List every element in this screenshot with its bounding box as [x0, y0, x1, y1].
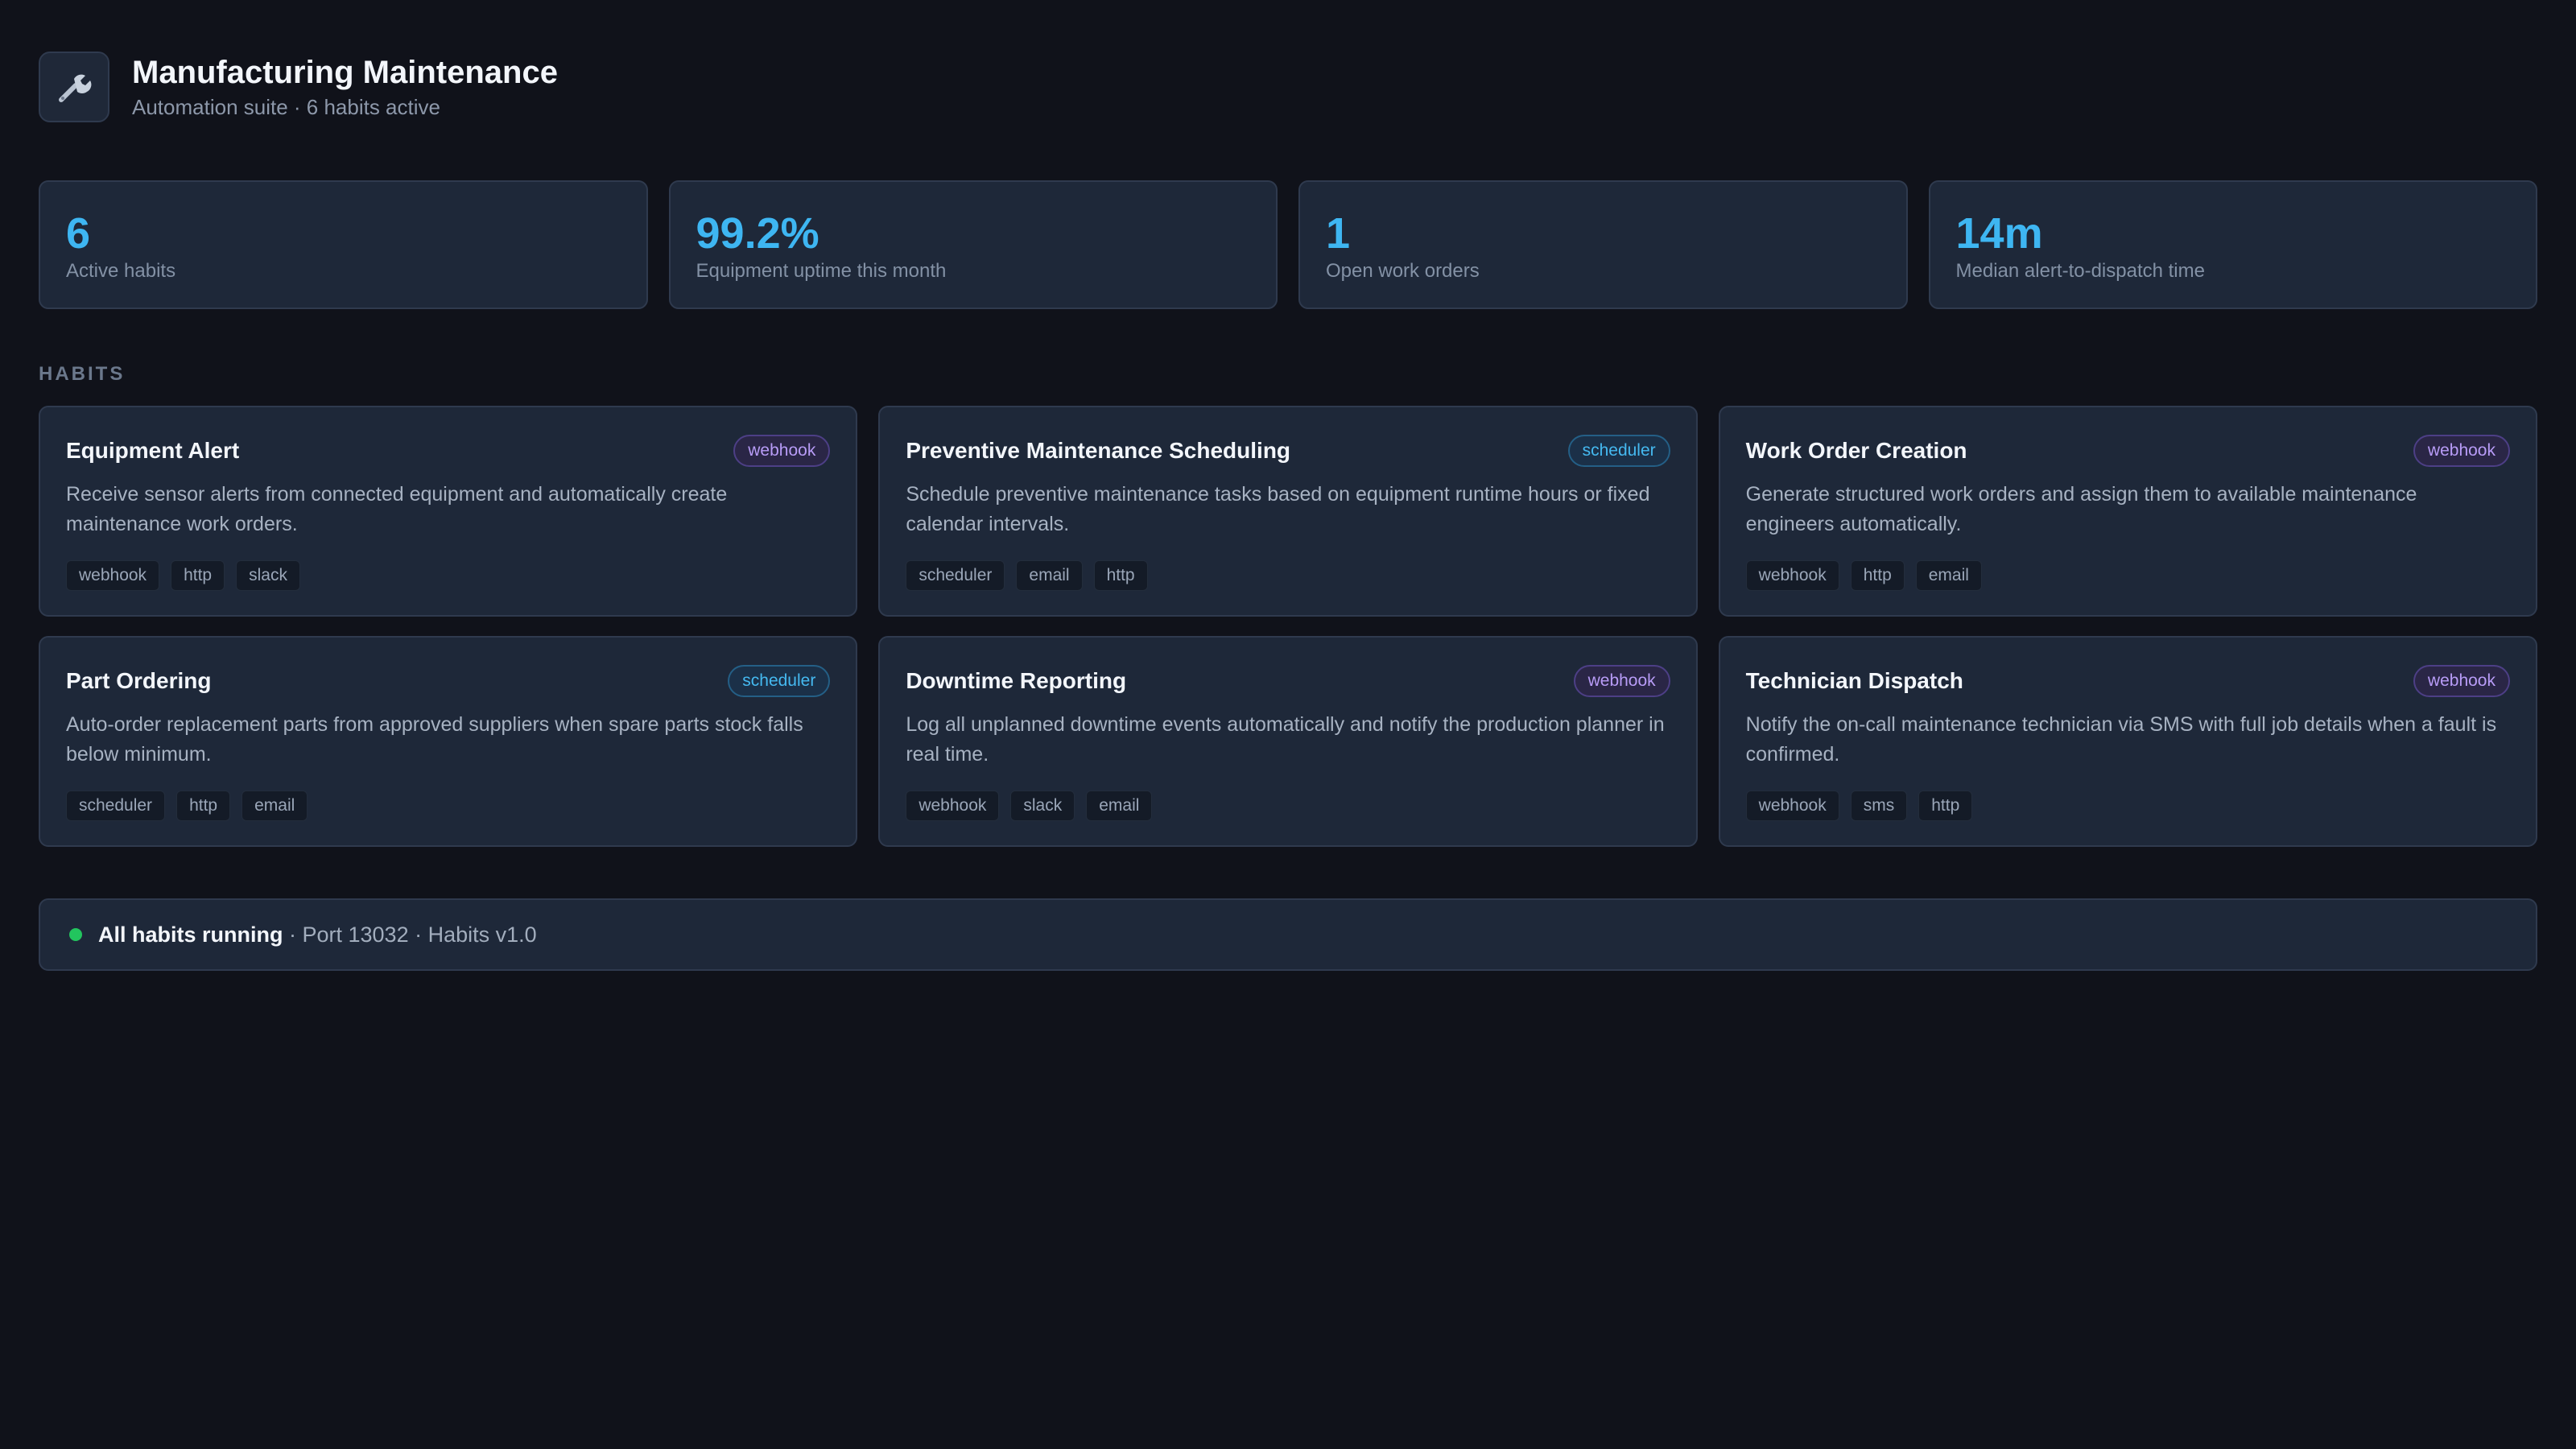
tag: email	[1915, 560, 1982, 591]
habit-description: Log all unplanned downtime events automa…	[906, 713, 1665, 766]
tag: webhook	[1745, 791, 1839, 821]
tag: webhook	[66, 560, 160, 591]
tag: email	[1086, 791, 1153, 821]
habit-card-work-order-creation[interactable]: Work Order Creation webhook Generate str…	[1718, 406, 2537, 617]
page-header: Manufacturing Maintenance Automation sui…	[39, 52, 2537, 122]
tag-list: scheduler http email	[66, 791, 830, 821]
stat-label: Open work orders	[1326, 260, 1480, 282]
habit-title: Downtime Reporting	[906, 668, 1127, 693]
stats-row: 6 Active habits 99.2% Equipment uptime t…	[39, 180, 2537, 309]
habit-description: Auto-order replacement parts from approv…	[66, 713, 803, 766]
stat-value: 1	[1326, 209, 1351, 258]
habit-description: Receive sensor alerts from connected equ…	[66, 483, 728, 535]
habit-description: Notify the on-call maintenance technicia…	[1745, 713, 2497, 766]
trigger-badge: scheduler	[728, 665, 831, 697]
habit-title: Technician Dispatch	[1745, 668, 1963, 693]
status-text: All habits running · Port 13032 · Habits…	[98, 923, 537, 947]
stat-value: 14m	[1955, 209, 2043, 258]
habit-title: Part Ordering	[66, 668, 212, 693]
tag-list: webhook http slack	[66, 560, 830, 591]
wrench-icon	[39, 52, 109, 122]
app-root: Manufacturing Maintenance Automation sui…	[39, 52, 2537, 971]
status-detail: · Port 13032 · Habits v1.0	[283, 922, 537, 947]
tag: http	[171, 560, 225, 591]
habit-card-preventive-maintenance[interactable]: Preventive Maintenance Scheduling schedu…	[878, 406, 1698, 617]
trigger-badge: webhook	[2413, 665, 2510, 697]
stat-label: Active habits	[66, 260, 176, 282]
tag: http	[176, 791, 231, 821]
tag: scheduler	[66, 791, 166, 821]
status-dot-icon	[69, 928, 82, 941]
section-label-habits: HABITS	[39, 363, 126, 385]
tag: slack	[236, 560, 300, 591]
tag: http	[1093, 560, 1148, 591]
page-title: Manufacturing Maintenance	[132, 55, 558, 90]
stat-card-uptime: 99.2% Equipment uptime this month	[668, 180, 1278, 309]
tag: webhook	[1745, 560, 1839, 591]
habit-card-technician-dispatch[interactable]: Technician Dispatch webhook Notify the o…	[1718, 636, 2537, 847]
stat-value: 99.2%	[696, 209, 819, 258]
stat-card-dispatch-time: 14m Median alert-to-dispatch time	[1928, 180, 2537, 309]
tag: email	[242, 791, 308, 821]
tag-list: webhook slack email	[906, 791, 1670, 821]
habit-card-equipment-alert[interactable]: Equipment Alert webhook Receive sensor a…	[39, 406, 858, 617]
habit-grid: Equipment Alert webhook Receive sensor a…	[39, 406, 2537, 847]
tag: sms	[1850, 791, 1908, 821]
stat-card-open-work-orders: 1 Open work orders	[1298, 180, 1908, 309]
habit-description: Generate structured work orders and assi…	[1745, 483, 2417, 535]
stat-value: 6	[66, 209, 91, 258]
trigger-badge: webhook	[1573, 665, 1670, 697]
tag: slack	[1010, 791, 1075, 821]
stat-label: Median alert-to-dispatch time	[1955, 260, 2205, 282]
tag: scheduler	[906, 560, 1005, 591]
trigger-badge: scheduler	[1567, 435, 1670, 467]
habit-title: Work Order Creation	[1745, 438, 1967, 463]
habit-title: Preventive Maintenance Scheduling	[906, 438, 1291, 463]
tag-list: webhook http email	[1745, 560, 2510, 591]
tag-list: scheduler email http	[906, 560, 1670, 591]
habit-card-downtime-reporting[interactable]: Downtime Reporting webhook Log all unpla…	[878, 636, 1698, 847]
tag: email	[1016, 560, 1083, 591]
habit-card-part-ordering[interactable]: Part Ordering scheduler Auto-order repla…	[39, 636, 858, 847]
status-bar: All habits running · Port 13032 · Habits…	[39, 898, 2537, 971]
tag: http	[1850, 560, 1905, 591]
stat-label: Equipment uptime this month	[696, 260, 947, 282]
page-subtitle: Automation suite · 6 habits active	[132, 95, 440, 119]
habit-title: Equipment Alert	[66, 438, 240, 463]
trigger-badge: webhook	[2413, 435, 2510, 467]
habit-description: Schedule preventive maintenance tasks ba…	[906, 483, 1650, 535]
tag-list: webhook sms http	[1745, 791, 2510, 821]
tag: http	[1918, 791, 1973, 821]
status-strong: All habits running	[98, 922, 283, 947]
tag: webhook	[906, 791, 1000, 821]
trigger-badge: webhook	[733, 435, 831, 467]
stat-card-active-habits: 6 Active habits	[39, 180, 648, 309]
